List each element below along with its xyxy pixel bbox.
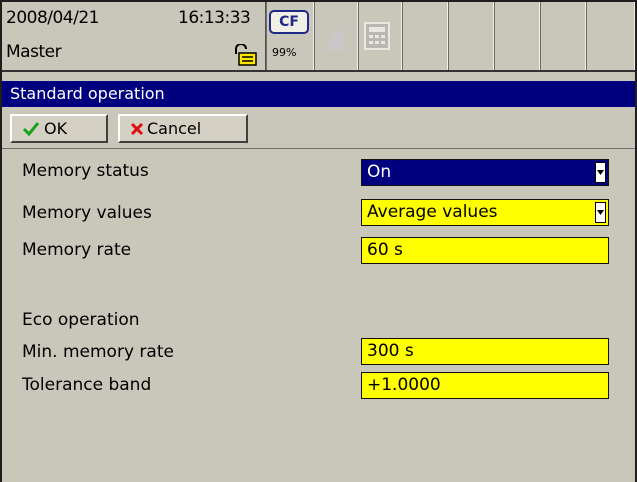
memory-rate-value: 60 s bbox=[367, 240, 403, 260]
memory-status-label: Memory status bbox=[22, 161, 149, 181]
dropdown-arrow-icon[interactable] bbox=[595, 162, 606, 183]
check-icon bbox=[22, 122, 40, 137]
memory-values-select[interactable]: Average values bbox=[361, 199, 609, 226]
empty-slot bbox=[540, 2, 586, 70]
tolerance-band-label: Tolerance band bbox=[22, 375, 152, 395]
cancel-button[interactable]: Cancel bbox=[118, 114, 248, 143]
memory-values-label: Memory values bbox=[22, 203, 152, 223]
memory-status-select[interactable]: On bbox=[361, 159, 609, 186]
cf-card-icon: CF bbox=[269, 10, 309, 34]
min-memory-rate-label: Min. memory rate bbox=[22, 342, 174, 362]
time-text: 16:13:33 bbox=[178, 8, 251, 28]
user-text: Master bbox=[6, 42, 62, 62]
alarm-icon bbox=[325, 22, 349, 50]
min-memory-rate-input[interactable]: 300 s bbox=[361, 338, 609, 365]
empty-slot bbox=[448, 2, 494, 70]
status-bar: 2008/04/21 16:13:33 Master CF 99% bbox=[2, 2, 635, 72]
memory-values-value: Average values bbox=[367, 202, 498, 222]
tolerance-band-value: +1.0000 bbox=[367, 375, 441, 395]
min-memory-rate-value: 300 s bbox=[367, 341, 414, 361]
dropdown-arrow-icon[interactable] bbox=[595, 202, 606, 223]
divider bbox=[2, 148, 635, 149]
cancel-label: Cancel bbox=[147, 119, 202, 138]
empty-slot bbox=[586, 2, 635, 70]
cross-icon bbox=[130, 122, 144, 136]
dialog-title: Standard operation bbox=[2, 81, 635, 107]
empty-slot bbox=[494, 2, 540, 70]
storage-percent: 99% bbox=[272, 46, 297, 59]
memory-rate-input[interactable]: 60 s bbox=[361, 237, 609, 264]
memory-status-value: On bbox=[367, 162, 392, 182]
device-screen: 2008/04/21 16:13:33 Master CF 99% Standa… bbox=[0, 0, 637, 482]
ok-button[interactable]: OK bbox=[10, 114, 108, 143]
datetime-panel: 2008/04/21 16:13:33 Master bbox=[2, 2, 266, 70]
ok-label: OK bbox=[44, 119, 68, 138]
lock-icon bbox=[235, 44, 257, 66]
eco-operation-heading: Eco operation bbox=[22, 310, 140, 330]
date-text: 2008/04/21 bbox=[6, 8, 99, 28]
memory-rate-label: Memory rate bbox=[22, 240, 132, 260]
calculator-icon bbox=[364, 22, 390, 50]
empty-slot bbox=[402, 2, 448, 70]
tolerance-band-input[interactable]: +1.0000 bbox=[361, 372, 609, 399]
